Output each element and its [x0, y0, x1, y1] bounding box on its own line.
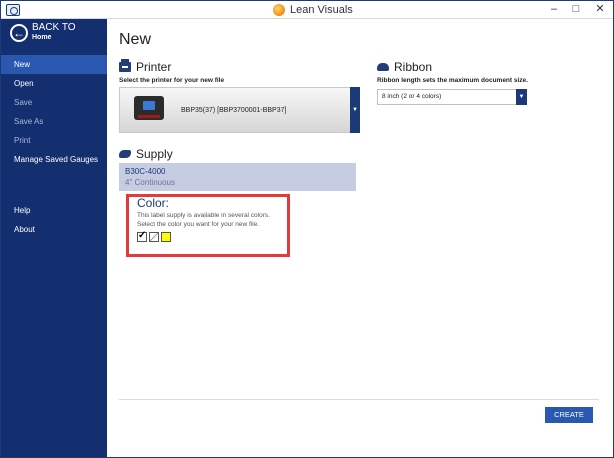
sidebar-item-open[interactable]: Open	[1, 74, 107, 93]
ribbon-heading-label: Ribbon	[394, 60, 433, 74]
supply-heading-label: Supply	[136, 147, 173, 161]
app-window: Lean Visuals – □ ✕ ← BACK TO Home New Op…	[0, 0, 614, 458]
color-description-line-1: This label supply is available in severa…	[137, 212, 270, 219]
ribbon-heading: Ribbon	[377, 60, 432, 74]
app-icon[interactable]	[6, 4, 20, 16]
page-title: New	[119, 31, 152, 48]
printer-subtitle: Select the printer for your new file	[119, 77, 225, 84]
printer-image-icon	[134, 96, 164, 120]
window-title: Lean Visuals	[290, 4, 353, 16]
ribbon-select[interactable]: 8 inch (2 or 4 colors)	[377, 89, 527, 105]
ribbon-icon	[377, 63, 389, 71]
supply-icon	[119, 150, 131, 158]
supply-item[interactable]: B30C-4000 4" Continuous	[119, 163, 356, 191]
ribbon-subtitle: Ribbon length sets the maximum document …	[377, 77, 528, 84]
color-swatch-yellow[interactable]	[161, 232, 171, 242]
back-to-home-button[interactable]: ← BACK TO Home	[1, 19, 107, 55]
footer-divider	[119, 399, 599, 400]
printer-dropdown-arrow-icon[interactable]: ▼	[350, 87, 360, 133]
sidebar-item-about[interactable]: About	[1, 220, 107, 239]
sidebar-item-manage-saved-gauges[interactable]: Manage Saved Gauges	[1, 150, 107, 169]
title-bar: Lean Visuals – □ ✕	[1, 1, 613, 19]
lean-visuals-logo-icon	[273, 4, 285, 16]
title-group: Lean Visuals	[273, 3, 353, 17]
printer-selector[interactable]: BBP35(37) [BBP3700001-BBP37]	[119, 87, 359, 133]
back-title: BACK TO	[32, 22, 76, 33]
printer-selected-name: BBP35(37) [BBP3700001-BBP37]	[181, 107, 287, 114]
back-arrow-icon: ←	[10, 24, 28, 42]
sidebar-item-help[interactable]: Help	[1, 201, 107, 220]
printer-heading: Printer	[119, 59, 172, 74]
sidebar-item-save-as[interactable]: Save As	[1, 112, 107, 131]
supply-heading: Supply	[119, 147, 173, 161]
sidebar-item-print[interactable]: Print	[1, 131, 107, 150]
color-description-line-2: Select the color you want for your new f…	[137, 221, 260, 228]
supply-description: 4" Continuous	[125, 178, 175, 187]
minimize-button[interactable]: –	[543, 1, 565, 18]
sidebar-item-new[interactable]: New	[1, 55, 107, 74]
supply-name: B30C-4000	[125, 167, 166, 176]
create-button[interactable]: CREATE	[545, 407, 593, 423]
printer-icon	[119, 59, 131, 72]
ribbon-dropdown-arrow-icon[interactable]: ▼	[516, 89, 527, 105]
color-swatch-clear[interactable]	[149, 232, 159, 242]
sidebar-item-save[interactable]: Save	[1, 93, 107, 112]
sidebar: ← BACK TO Home New Open Save Save As Pri…	[1, 19, 107, 457]
main-panel: New Printer Select the printer for your …	[107, 19, 613, 457]
color-heading: Color:	[137, 196, 170, 210]
printer-heading-label: Printer	[136, 60, 172, 74]
color-swatch-black[interactable]	[137, 230, 147, 242]
back-subtitle: Home	[32, 34, 52, 41]
close-button[interactable]: ✕	[589, 1, 611, 18]
maximize-button[interactable]: □	[565, 1, 587, 18]
